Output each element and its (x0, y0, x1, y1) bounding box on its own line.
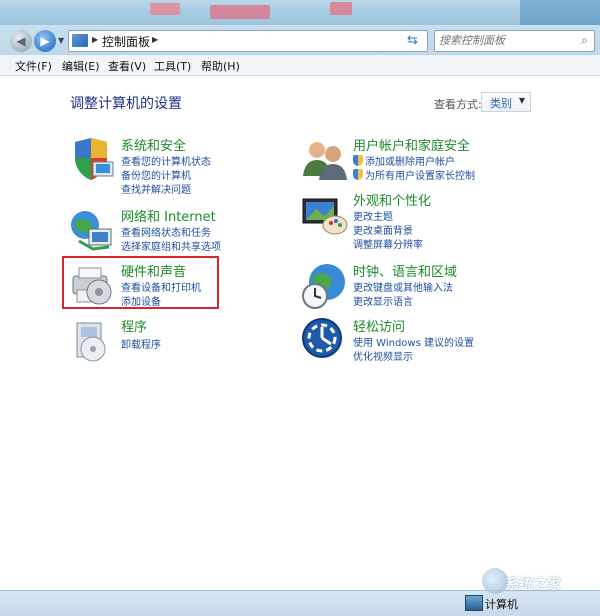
breadcrumb-arrow-icon[interactable]: ▶ (152, 35, 158, 44)
category-title[interactable]: 网络和 Internet (121, 206, 216, 225)
link-change-theme[interactable]: 更改主题 (353, 208, 393, 223)
uac-shield-icon (353, 169, 363, 180)
forward-button[interactable]: ▶ (34, 30, 56, 52)
search-input[interactable] (439, 32, 569, 48)
view-by-dropdown[interactable]: 类别 ▼ (481, 92, 531, 112)
status-computer-label: 计算机 (485, 598, 518, 611)
clock-globe-icon (302, 264, 345, 309)
watermark-text: 系统之家 (505, 577, 561, 593)
link-desktop-background[interactable]: 更改桌面背景 (353, 222, 413, 237)
programs-box-icon (76, 322, 106, 362)
window-controls[interactable] (520, 0, 600, 25)
category-title[interactable]: 用户帐户和家庭安全 (353, 135, 470, 154)
category-title[interactable]: 系统和安全 (121, 135, 186, 154)
page-title: 调整计算机的设置 (70, 96, 182, 112)
uac-shield-icon (353, 155, 363, 166)
security-shield-icon (75, 138, 114, 180)
link-view-computer-status[interactable]: 查看您的计算机状态 (121, 153, 211, 168)
link-optimize-visual[interactable]: 优化视频显示 (353, 348, 413, 363)
background-artifact (210, 5, 270, 19)
recent-pages-dropdown[interactable]: ▼ (58, 36, 64, 45)
link-network-status[interactable]: 查看网络状态和任务 (121, 224, 211, 239)
view-by-label: 查看方式: (434, 98, 482, 111)
background-artifact (150, 3, 180, 15)
menu-tools[interactable]: 工具(T) (154, 58, 191, 74)
category-title[interactable]: 时钟、语言和区域 (353, 261, 457, 280)
computer-icon (465, 595, 483, 611)
category-title[interactable]: 外观和个性化 (353, 190, 431, 209)
address-field[interactable]: ▶ 控制面板 ▶ (68, 30, 428, 52)
link-screen-resolution[interactable]: 调整屏幕分辨率 (353, 236, 423, 251)
users-icon (303, 142, 347, 180)
link-parental-controls[interactable]: 为所有用户设置家长控制 (353, 167, 475, 182)
menu-bar: 文件(F) 编辑(E) 查看(V) 工具(T) 帮助(H) (0, 55, 600, 76)
menu-edit[interactable]: 编辑(E) (62, 58, 100, 74)
search-icon[interactable]: ⌕ (581, 33, 588, 48)
link-troubleshoot[interactable]: 查找并解决问题 (121, 181, 191, 196)
menu-view[interactable]: 查看(V) (108, 58, 146, 74)
breadcrumb-arrow-icon[interactable]: ▶ (92, 35, 98, 44)
link-backup-computer[interactable]: 备份您的计算机 (121, 167, 191, 182)
link-uninstall-program[interactable]: 卸载程序 (121, 336, 161, 351)
refresh-icon[interactable]: ⇆ (407, 33, 418, 48)
network-globe-icon (71, 211, 112, 251)
view-by-value: 类别 (490, 97, 512, 110)
search-box[interactable]: ⌕ (434, 30, 595, 52)
link-homegroup-sharing[interactable]: 选择家庭组和共享选项 (121, 238, 221, 253)
menu-file[interactable]: 文件(F) (15, 58, 52, 74)
monitor-palette-icon (302, 198, 348, 235)
ease-of-access-icon (302, 318, 342, 358)
control-panel-icon (72, 34, 88, 47)
link-windows-recommended[interactable]: 使用 Windows 建议的设置 (353, 334, 474, 349)
category-title[interactable]: 程序 (121, 316, 147, 335)
breadcrumb-control-panel[interactable]: 控制面板 (102, 33, 150, 50)
main-content: 调整计算机的设置 查看方式: 类别 ▼ 系统和安全 查看您的计算机状态 备份您的… (0, 76, 600, 590)
back-button[interactable]: ◀ (10, 30, 32, 52)
link-change-keyboard[interactable]: 更改键盘或其他输入法 (353, 279, 453, 294)
chevron-down-icon: ▼ (518, 96, 525, 105)
menu-help[interactable]: 帮助(H) (201, 58, 240, 74)
window-titlebar (0, 0, 600, 25)
background-artifact (330, 2, 352, 15)
link-label: 为所有用户设置家长控制 (365, 171, 475, 182)
highlight-box (62, 256, 219, 309)
link-add-remove-accounts[interactable]: 添加或删除用户帐户 (353, 153, 455, 168)
link-display-language[interactable]: 更改显示语言 (353, 293, 413, 308)
category-title[interactable]: 轻松访问 (353, 316, 405, 335)
